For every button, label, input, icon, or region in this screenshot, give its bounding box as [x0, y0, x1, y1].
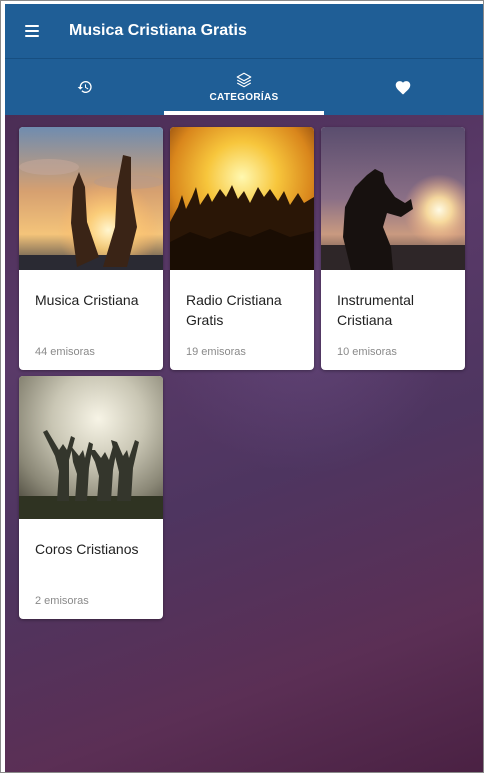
history-icon: [77, 81, 92, 93]
category-title: Radio Cristiana Gratis: [186, 292, 282, 328]
tab-categorias-label: CATEGORÍAS: [209, 92, 279, 103]
app-window: Musica Cristiana Gratis CATEGORÍAS Music…: [0, 0, 484, 773]
category-count: 44 emisoras: [35, 346, 95, 358]
tab-favorites[interactable]: [324, 59, 483, 115]
heart-icon: [396, 81, 411, 95]
app-bar: Musica Cristiana Gratis CATEGORÍAS: [5, 4, 483, 115]
category-count: 19 emisoras: [186, 346, 246, 358]
layers-icon: [236, 72, 252, 88]
group-arms-raised-sky-photo: [19, 376, 163, 519]
category-count: 10 emisoras: [337, 346, 397, 358]
category-card-musica-cristiana[interactable]: Musica Cristiana 44 emisoras: [19, 127, 163, 370]
category-title: Coros Cristianos: [35, 541, 139, 557]
tab-history[interactable]: [5, 59, 164, 115]
toolbar: Musica Cristiana Gratis: [5, 4, 483, 59]
kneeling-prayer-silhouette-photo: [321, 127, 465, 270]
tab-categorias[interactable]: CATEGORÍAS: [164, 59, 323, 115]
category-title: Instrumental Cristiana: [337, 292, 415, 328]
app-title: Musica Cristiana Gratis: [69, 22, 247, 39]
hamburger-menu-icon[interactable]: [25, 22, 47, 40]
category-count: 2 emisoras: [35, 595, 89, 607]
categories-grid: Musica Cristiana 44 emisoras Radio Crist…: [5, 115, 483, 772]
category-card-instrumental-cristiana[interactable]: Instrumental Cristiana 10 emisoras: [321, 127, 465, 370]
category-card-radio-cristiana-gratis[interactable]: Radio Cristiana Gratis 19 emisoras: [170, 127, 314, 370]
worship-crowd-light-photo: [170, 127, 314, 270]
raised-hands-sunset-photo: [19, 127, 163, 270]
tab-bar: CATEGORÍAS: [5, 59, 483, 115]
category-card-coros-cristianos[interactable]: Coros Cristianos 2 emisoras: [19, 376, 163, 619]
category-title: Musica Cristiana: [35, 292, 139, 308]
